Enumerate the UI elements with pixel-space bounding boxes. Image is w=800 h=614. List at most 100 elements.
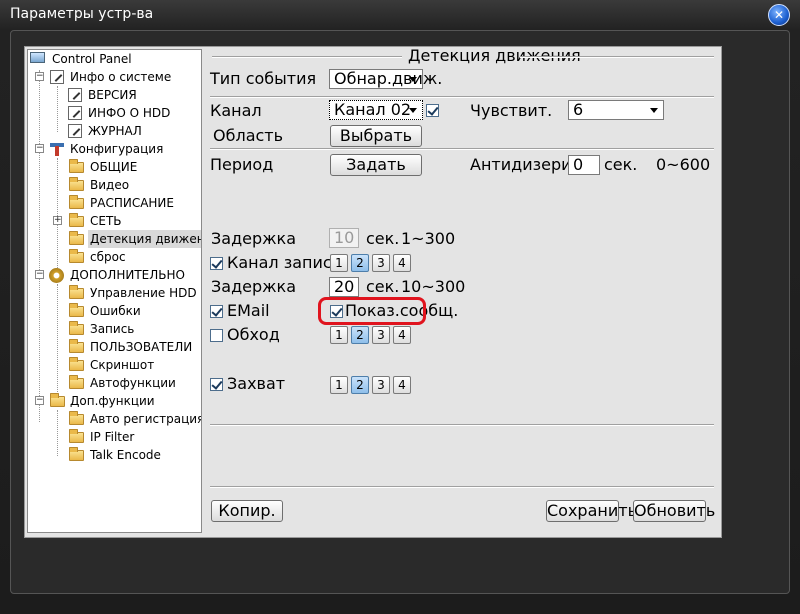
antidither-input[interactable]: 0 xyxy=(568,155,600,175)
record-channel-1[interactable]: 1 xyxy=(330,254,348,272)
tree-item-label: Видео xyxy=(90,178,130,192)
tour-channel-1[interactable]: 1 xyxy=(330,326,348,344)
computer-icon xyxy=(30,52,45,63)
tree-item-users[interactable]: ПОЛЬЗОВАТЕЛИ xyxy=(66,338,196,356)
record-channel-4[interactable]: 4 xyxy=(393,254,411,272)
sensitivity-value: 6 xyxy=(573,100,584,119)
tree-item-configuration[interactable]: − Конфигурация xyxy=(30,140,190,158)
snapshot-label: Захват xyxy=(227,374,286,393)
tree-item-ip-filter[interactable]: IP Filter xyxy=(66,428,196,446)
tree-item-label: ОБЩИЕ xyxy=(90,160,138,174)
record-delay-input[interactable]: 20 xyxy=(329,277,359,297)
snapshot-checkbox[interactable] xyxy=(210,378,223,391)
annotation-highlight xyxy=(318,297,426,325)
collapse-icon[interactable]: − xyxy=(35,72,44,81)
tree-item-errors[interactable]: Ошибки xyxy=(66,302,196,320)
area-label: Область xyxy=(213,126,284,145)
tree-item-label: Запись xyxy=(90,322,135,336)
tree-item-screenshot[interactable]: Скриншот xyxy=(66,356,196,374)
tour-channel-3[interactable]: 3 xyxy=(372,326,390,344)
tree-item-label: Авто регистрация xyxy=(90,412,202,426)
tree-item-advanced[interactable]: − ДОПОЛНИТЕЛЬНО xyxy=(30,266,190,284)
tree-item-label: Инфо о системе xyxy=(70,70,172,84)
tree-item-label: IP Filter xyxy=(90,430,135,444)
channel-label: Канал xyxy=(210,101,262,120)
tour-label: Обход xyxy=(227,325,280,344)
channel-select[interactable]: Канал 02 xyxy=(329,100,423,120)
snapshot-channel-3[interactable]: 3 xyxy=(372,376,390,394)
sensitivity-select[interactable]: 6 xyxy=(568,100,664,120)
tree-item-network[interactable]: + СЕТЬ xyxy=(50,212,190,230)
tree-item-schedule[interactable]: РАСПИСАНИЕ xyxy=(66,194,196,212)
set-period-button[interactable]: Задать xyxy=(330,154,422,176)
folder-icon xyxy=(69,411,84,425)
tree-item-log[interactable]: ЖУРНАЛ xyxy=(66,122,196,140)
collapse-icon[interactable]: − xyxy=(35,270,44,279)
collapse-icon[interactable]: − xyxy=(35,144,44,153)
chevron-down-icon xyxy=(647,103,661,117)
tree-item-record[interactable]: Запись xyxy=(66,320,196,338)
event-type-select[interactable]: Обнар.движ. xyxy=(329,69,442,89)
record-delay-unit: сек. xyxy=(366,277,400,296)
tree-item-version[interactable]: ВЕРСИЯ xyxy=(66,86,196,104)
collapse-icon[interactable]: − xyxy=(35,396,44,405)
copy-button[interactable]: Копир. xyxy=(211,500,283,522)
tree-item-hdd-management[interactable]: Управление HDD xyxy=(66,284,197,302)
close-button[interactable]: ✕ xyxy=(768,4,790,26)
email-checkbox[interactable] xyxy=(210,305,223,318)
gears-icon xyxy=(49,268,64,283)
tree-item-video[interactable]: Видео xyxy=(66,176,196,194)
tree-item-label: ДОПОЛНИТЕЛЬНО xyxy=(70,268,185,282)
record-channel-checkbox[interactable] xyxy=(210,257,223,270)
email-label: EMail xyxy=(227,301,270,320)
tree-item-extra-functions[interactable]: − Доп.функции xyxy=(30,392,190,410)
folder-icon xyxy=(69,447,84,461)
channel-checkbox[interactable] xyxy=(426,104,439,117)
select-area-button[interactable]: Выбрать xyxy=(330,125,422,147)
tree-item-label: ИНФО О HDD xyxy=(88,106,171,120)
record-channel-label: Канал записи xyxy=(227,253,343,272)
tree-item-autofunctions[interactable]: Автофункции xyxy=(66,374,196,392)
navigation-tree: Control Panel − Инфо о системе ВЕРСИЯ ИН… xyxy=(27,49,202,533)
tools-icon xyxy=(50,143,64,156)
antidither-unit: сек. xyxy=(604,155,638,174)
save-button[interactable]: Сохранить xyxy=(546,500,637,522)
tour-checkbox[interactable] xyxy=(210,329,223,342)
expand-icon[interactable]: + xyxy=(53,216,62,225)
tree-item-label: Детекция движения xyxy=(88,230,201,248)
tree-item-label: Ошибки xyxy=(90,304,141,318)
snapshot-channel-1[interactable]: 1 xyxy=(330,376,348,394)
tree-item-label: сброс xyxy=(90,250,126,264)
tour-channel-4[interactable]: 4 xyxy=(393,326,411,344)
chevron-down-icon xyxy=(406,72,420,86)
tree-item-auto-registration[interactable]: Авто регистрация xyxy=(66,410,201,428)
tree-item-talk-encode[interactable]: Talk Encode xyxy=(66,446,196,464)
delay-unit: сек. xyxy=(366,229,400,248)
tree-item-motion-detection[interactable]: Детекция движения xyxy=(66,230,201,248)
refresh-button[interactable]: Обновить xyxy=(633,500,715,522)
folder-icon xyxy=(69,339,84,353)
record-channel-3[interactable]: 3 xyxy=(372,254,390,272)
delay-range: 1~300 xyxy=(401,229,456,248)
event-type-value: Обнар.движ. xyxy=(334,69,443,88)
delay-input[interactable]: 10 xyxy=(329,228,359,248)
tree-item-label: Скриншот xyxy=(90,358,155,372)
notepad-icon xyxy=(68,88,82,102)
notepad-icon xyxy=(68,124,82,138)
tree-item-system-info[interactable]: − Инфо о системе xyxy=(30,68,190,86)
sensitivity-label: Чувствит. xyxy=(470,101,553,120)
folder-icon xyxy=(69,249,84,263)
tree-item-general[interactable]: ОБЩИЕ xyxy=(66,158,196,176)
tree-item-hdd-info[interactable]: ИНФО О HDD xyxy=(66,104,196,122)
tree-item-reset[interactable]: сброс xyxy=(66,248,196,266)
tour-channel-2[interactable]: 2 xyxy=(351,326,369,344)
tree-item-label: Talk Encode xyxy=(90,448,161,462)
title-bar[interactable]: Параметры устр-ва ✕ xyxy=(0,0,800,32)
tree-item-label: ЖУРНАЛ xyxy=(88,124,142,138)
snapshot-channel-4[interactable]: 4 xyxy=(393,376,411,394)
snapshot-channel-2[interactable]: 2 xyxy=(351,376,369,394)
app-window: Параметры устр-ва ✕ Control Panel − Инфо… xyxy=(0,0,800,614)
folder-icon xyxy=(69,375,84,389)
folder-icon xyxy=(69,285,84,299)
record-channel-2[interactable]: 2 xyxy=(351,254,369,272)
